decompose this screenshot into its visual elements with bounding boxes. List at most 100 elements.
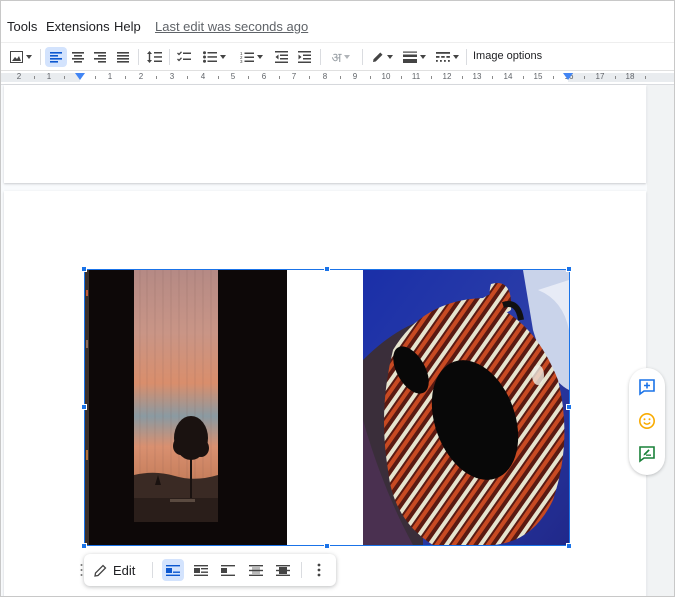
insert-image-button[interactable] bbox=[8, 47, 34, 67]
ruler-number: 15 bbox=[533, 72, 543, 81]
ruler: 2 1 1 2 3 4 5 6 7 8 9 10 11 12 13 14 15 … bbox=[0, 71, 675, 85]
page-previous[interactable] bbox=[4, 85, 646, 183]
justify-icon bbox=[117, 51, 129, 63]
ruler-number: 8 bbox=[322, 72, 328, 81]
wrap-inline-icon bbox=[166, 564, 180, 576]
toolbar-divider bbox=[466, 49, 467, 65]
resize-handle-top-left[interactable] bbox=[81, 266, 87, 272]
ruler-tick bbox=[584, 76, 585, 79]
border-weight-button[interactable] bbox=[399, 47, 429, 67]
resize-handle-bottom-right[interactable] bbox=[566, 543, 572, 549]
ruler-tick bbox=[615, 76, 616, 79]
menu-extensions[interactable]: Extensions bbox=[46, 19, 110, 34]
last-edit-link[interactable]: Last edit was seconds ago bbox=[155, 19, 308, 34]
behind-text-button[interactable] bbox=[245, 559, 267, 581]
numbered-list-button[interactable]: 123 bbox=[235, 47, 267, 67]
ruler-number: 6 bbox=[261, 72, 267, 81]
suggest-edits-button[interactable] bbox=[636, 443, 658, 465]
ruler-tick bbox=[218, 76, 219, 79]
svg-text:3: 3 bbox=[240, 59, 243, 63]
image-toolbar: Edit bbox=[84, 554, 336, 586]
ruler-tick bbox=[279, 76, 280, 79]
break-text-button[interactable] bbox=[217, 559, 239, 581]
resize-handle-right[interactable] bbox=[566, 404, 572, 410]
align-center-icon bbox=[72, 51, 84, 63]
border-weight-icon bbox=[402, 51, 417, 63]
decrease-indent-button[interactable] bbox=[271, 47, 291, 67]
border-dash-button[interactable] bbox=[432, 47, 462, 67]
ruler-number: 10 bbox=[381, 72, 391, 81]
increase-indent-button[interactable] bbox=[294, 47, 314, 67]
emoji-icon bbox=[639, 413, 655, 429]
chevron-down-icon bbox=[26, 55, 32, 59]
ruler-number: 4 bbox=[200, 72, 206, 81]
behind-text-icon bbox=[249, 564, 263, 576]
drag-dots-icon bbox=[80, 564, 83, 576]
ruler-number: 17 bbox=[595, 72, 605, 81]
right-indent-marker[interactable] bbox=[563, 73, 573, 80]
image-options-button[interactable]: Image options bbox=[473, 50, 542, 62]
resize-handle-bottom-left[interactable] bbox=[81, 543, 87, 549]
justify-button[interactable] bbox=[113, 47, 133, 67]
resize-handle-bottom[interactable] bbox=[324, 543, 330, 549]
ruler-number: 14 bbox=[503, 72, 513, 81]
add-comment-icon bbox=[639, 379, 655, 396]
in-front-of-text-button[interactable] bbox=[272, 559, 294, 581]
ruler-tick bbox=[34, 76, 35, 79]
ruler-left-margin bbox=[0, 73, 80, 82]
image-selection-border bbox=[84, 269, 570, 546]
toolbar-divider bbox=[320, 49, 321, 65]
line-spacing-icon bbox=[146, 51, 162, 63]
ruler-tick bbox=[523, 76, 524, 79]
more-vert-icon bbox=[317, 563, 321, 577]
ruler-number: 5 bbox=[230, 72, 236, 81]
scrollbar-track[interactable] bbox=[647, 85, 675, 597]
left-indent-marker[interactable] bbox=[75, 73, 85, 80]
add-emoji-button[interactable] bbox=[636, 410, 658, 432]
ruler-tick bbox=[125, 76, 126, 79]
align-center-button[interactable] bbox=[68, 47, 88, 67]
add-comment-button[interactable] bbox=[636, 376, 658, 398]
toolbar-divider bbox=[40, 49, 41, 65]
align-right-button[interactable] bbox=[90, 47, 110, 67]
ruler-tick bbox=[156, 76, 157, 79]
chevron-down-icon bbox=[386, 55, 393, 59]
resize-handle-top[interactable] bbox=[324, 266, 330, 272]
ruler-tick bbox=[309, 76, 310, 79]
toolbar-divider bbox=[301, 562, 302, 578]
checklist-icon bbox=[177, 51, 191, 62]
resize-handle-left[interactable] bbox=[81, 404, 87, 410]
edit-image-button[interactable]: Edit bbox=[94, 560, 135, 580]
ruler-tick bbox=[553, 76, 554, 79]
toolbar: 123 अ bbox=[0, 42, 675, 71]
bulleted-list-button[interactable] bbox=[198, 47, 230, 67]
wrap-text-button[interactable] bbox=[190, 559, 212, 581]
chevron-down-icon bbox=[452, 55, 459, 59]
ruler-number: 18 bbox=[625, 72, 635, 81]
break-text-icon bbox=[221, 564, 235, 576]
ruler-number: 1 bbox=[107, 72, 113, 81]
chevron-down-icon bbox=[344, 55, 351, 59]
align-right-icon bbox=[94, 51, 106, 63]
menu-bar: Tools Extensions Help Last edit was seco… bbox=[0, 0, 675, 42]
ruler-number: 9 bbox=[352, 72, 358, 81]
decrease-indent-icon bbox=[274, 51, 288, 63]
align-left-icon bbox=[50, 51, 62, 63]
align-left-button[interactable] bbox=[45, 47, 67, 67]
ruler-number: 7 bbox=[291, 72, 297, 81]
wrap-text-icon bbox=[194, 564, 208, 576]
ruler-tick bbox=[340, 76, 341, 79]
menu-help[interactable]: Help bbox=[114, 19, 141, 34]
menu-tools[interactable]: Tools bbox=[7, 19, 37, 34]
more-options-button[interactable] bbox=[312, 559, 326, 581]
ruler-number: 12 bbox=[442, 72, 452, 81]
checklist-button[interactable] bbox=[174, 47, 194, 67]
border-color-button[interactable] bbox=[368, 47, 396, 67]
line-spacing-button[interactable] bbox=[144, 47, 164, 67]
wrap-inline-button[interactable] bbox=[162, 559, 184, 581]
ruler-number: 1 bbox=[46, 72, 52, 81]
toolbar-divider bbox=[152, 562, 153, 578]
in-front-of-text-icon bbox=[276, 564, 290, 576]
input-tools-button[interactable]: अ bbox=[325, 47, 357, 67]
resize-handle-top-right[interactable] bbox=[566, 266, 572, 272]
